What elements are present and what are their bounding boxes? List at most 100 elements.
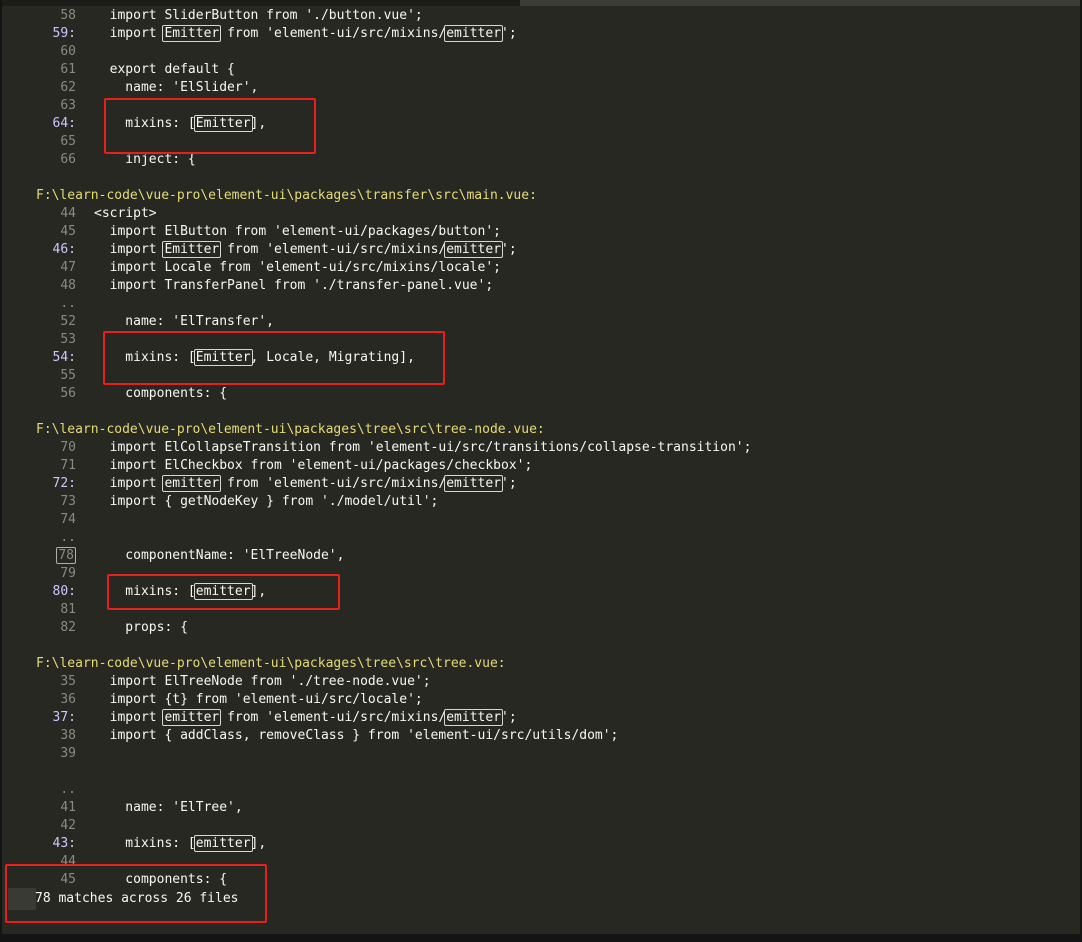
line-number-box: 78 xyxy=(56,547,76,564)
line-number: 70 xyxy=(60,440,76,455)
code-segment: import { getNodeKey } from './model/util… xyxy=(94,494,439,509)
file-path[interactable]: F:\learn-code\vue-pro\element-ui\package… xyxy=(36,655,506,673)
code-text[interactable]: props: { xyxy=(94,619,188,637)
context-line: 71 import ElCheckbox from 'element-ui/pa… xyxy=(2,457,1080,475)
code-text[interactable]: mixins: [emitter], xyxy=(94,583,266,601)
line-number: 41 xyxy=(60,800,76,815)
search-match-highlight: emitter xyxy=(444,475,504,492)
code-segment: import {t} from 'element-ui/src/locale'; xyxy=(94,692,423,707)
line-number: 42 xyxy=(60,818,76,833)
code-text[interactable]: <script> xyxy=(94,205,157,223)
search-match-highlight: emitter xyxy=(444,709,504,726)
search-match-highlight: emitter xyxy=(444,241,504,258)
context-line: 79 xyxy=(2,565,1080,583)
line-number: 45 xyxy=(60,872,76,887)
search-match-highlight: Emitter xyxy=(162,241,222,258)
code-text[interactable]: mixins: [Emitter, Locale, Migrating], xyxy=(94,349,415,367)
match-count-message: 78 matches across 26 files xyxy=(35,891,239,906)
code-text[interactable]: import SliderButton from './button.vue'; xyxy=(94,7,423,25)
find-results-panel[interactable]: 58 import SliderButton from './button.vu… xyxy=(2,0,1080,934)
code-segment: name: 'ElTransfer', xyxy=(94,314,275,329)
code-text[interactable]: import Emitter from 'element-ui/src/mixi… xyxy=(94,241,517,259)
match-line: 54: mixins: [Emitter, Locale, Migrating]… xyxy=(2,349,1080,367)
code-text[interactable]: import ElButton from 'element-ui/package… xyxy=(94,223,501,241)
context-line: 44 <script> xyxy=(2,205,1080,223)
search-match-highlight: Emitter xyxy=(193,349,253,366)
code-text[interactable]: import Locale from 'element-ui/src/mixin… xyxy=(94,259,501,277)
code-segment: from 'element-ui/src/mixins/ xyxy=(219,710,447,725)
line-number: 35 xyxy=(60,674,76,689)
line-number: 80: xyxy=(52,584,76,599)
line-number: 66 xyxy=(60,152,76,167)
line-number: 61 xyxy=(60,62,76,77)
code-segment: <script> xyxy=(94,206,157,221)
code-text[interactable]: name: 'ElSlider', xyxy=(94,79,258,97)
search-match-highlight: Emitter xyxy=(193,115,253,132)
code-text[interactable]: mixins: [Emitter], xyxy=(94,115,266,133)
code-text[interactable]: import emitter from 'element-ui/src/mixi… xyxy=(94,475,517,493)
code-segment: '; xyxy=(501,710,517,725)
match-line: 72: import emitter from 'element-ui/src/… xyxy=(2,475,1080,493)
search-match-highlight: emitter xyxy=(193,835,253,852)
code-segment: componentName: 'ElTreeNode', xyxy=(94,548,345,563)
context-line: 41 name: 'ElTree', xyxy=(2,799,1080,817)
code-segment: import { addClass, removeClass } from 'e… xyxy=(94,728,619,743)
code-text[interactable]: import { addClass, removeClass } from 'e… xyxy=(94,727,619,745)
context-line: .. xyxy=(2,781,1080,799)
code-text[interactable]: name: 'ElTree', xyxy=(94,799,242,817)
code-text[interactable]: import {t} from 'element-ui/src/locale'; xyxy=(94,691,423,709)
context-line: 39 xyxy=(2,745,1080,763)
line-number: 45 xyxy=(60,224,76,239)
code-segment: import Locale from 'element-ui/src/mixin… xyxy=(94,260,501,275)
line-number: 39 xyxy=(60,746,76,761)
code-text[interactable]: components: { xyxy=(94,385,227,403)
code-segment: '; xyxy=(501,476,517,491)
context-line: 38 import { addClass, removeClass } from… xyxy=(2,727,1080,745)
code-text[interactable]: export default { xyxy=(94,61,235,79)
file-path[interactable]: F:\learn-code\vue-pro\element-ui\package… xyxy=(36,187,537,205)
code-segment: from 'element-ui/src/mixins/ xyxy=(219,476,447,491)
file-path[interactable]: F:\learn-code\vue-pro\element-ui\package… xyxy=(36,421,545,439)
code-segment: import ElCollapseTransition from 'elemen… xyxy=(94,440,752,455)
code-text[interactable]: import { getNodeKey } from './model/util… xyxy=(94,493,439,511)
blank-row xyxy=(2,403,1080,421)
match-line: 46: import Emitter from 'element-ui/src/… xyxy=(2,241,1080,259)
context-line: .. xyxy=(2,529,1080,547)
code-text[interactable]: import TransferPanel from './transfer-pa… xyxy=(94,277,494,295)
search-match-highlight: Emitter xyxy=(162,25,222,42)
code-segment: import ElTreeNode from './tree-node.vue'… xyxy=(94,674,431,689)
line-number: 52 xyxy=(60,314,76,329)
code-text[interactable]: componentName: 'ElTreeNode', xyxy=(94,547,344,565)
code-text[interactable]: name: 'ElTransfer', xyxy=(94,313,274,331)
code-text[interactable]: import ElCollapseTransition from 'elemen… xyxy=(94,439,752,457)
code-segment: import xyxy=(94,26,165,41)
code-text[interactable]: import emitter from 'element-ui/src/mixi… xyxy=(94,709,517,727)
code-text[interactable]: import ElCheckbox from 'element-ui/packa… xyxy=(94,457,533,475)
context-line: 48 import TransferPanel from './transfer… xyxy=(2,277,1080,295)
line-number: 64: xyxy=(52,116,76,131)
code-segment: , Locale, Migrating], xyxy=(250,350,415,365)
line-number: 82 xyxy=(60,620,76,635)
search-match-highlight: emitter xyxy=(193,583,253,600)
code-segment: import xyxy=(94,242,165,257)
context-line: 53 xyxy=(2,331,1080,349)
code-segment: ], xyxy=(250,116,267,131)
context-line: 44 xyxy=(2,853,1080,871)
code-text[interactable]: inject: { xyxy=(94,151,195,169)
line-number: 36 xyxy=(60,692,76,707)
match-line: 43: mixins: [emitter], xyxy=(2,835,1080,853)
code-text[interactable]: components: { xyxy=(94,871,227,889)
line-number: 78 xyxy=(2,547,76,565)
line-number: 46: xyxy=(52,242,76,257)
code-segment: ], xyxy=(250,836,267,851)
code-text[interactable]: import ElTreeNode from './tree-node.vue'… xyxy=(94,673,431,691)
file-path-row: F:\learn-code\vue-pro\element-ui\package… xyxy=(2,655,1080,673)
context-line: 35 import ElTreeNode from './tree-node.v… xyxy=(2,673,1080,691)
line-number: 38 xyxy=(60,728,76,743)
code-text[interactable]: import Emitter from 'element-ui/src/mixi… xyxy=(94,25,517,43)
code-text[interactable]: mixins: [emitter], xyxy=(94,835,266,853)
blank-row xyxy=(2,169,1080,187)
code-segment: import xyxy=(94,710,165,725)
line-number: 58 xyxy=(60,8,76,23)
file-path-row: F:\learn-code\vue-pro\element-ui\package… xyxy=(2,187,1080,205)
